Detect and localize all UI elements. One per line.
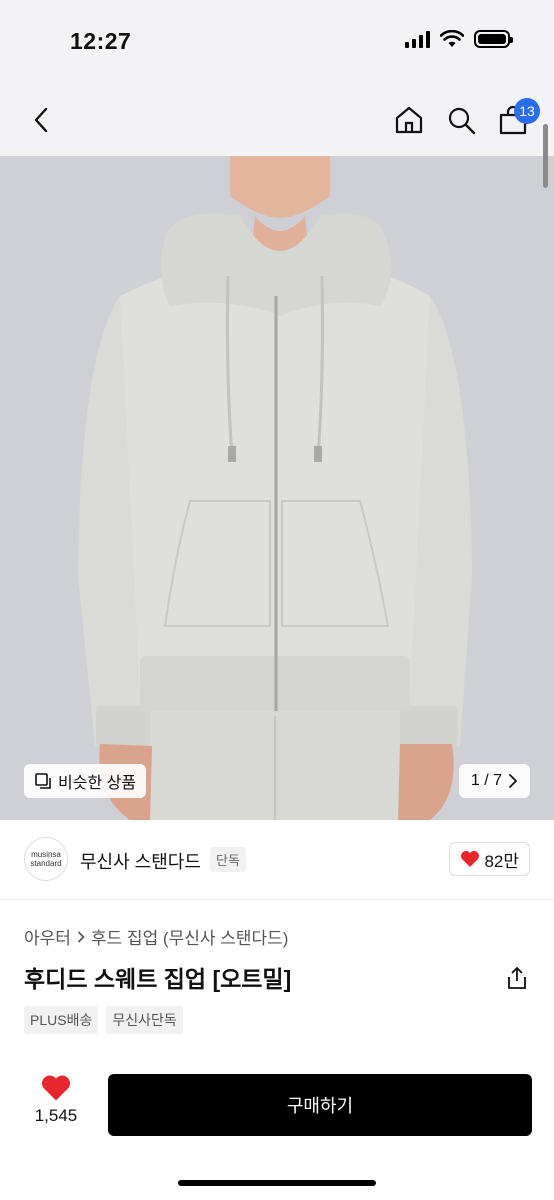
status-bar: 12:27 xyxy=(0,0,554,84)
chevron-right-icon xyxy=(509,774,518,788)
bottom-action-bar: 1,545 구매하기 xyxy=(0,1058,554,1200)
brand-logo[interactable]: musinsa standard xyxy=(24,837,68,881)
home-icon xyxy=(395,106,423,134)
share-icon xyxy=(508,966,526,989)
tag-plus-delivery: PLUS배송 xyxy=(24,1006,99,1034)
share-button[interactable] xyxy=(504,964,530,992)
heart-icon xyxy=(461,851,480,867)
chevron-right-icon xyxy=(77,930,85,943)
brand-logo-line2: standard xyxy=(30,859,62,868)
wifi-icon xyxy=(440,30,464,47)
brand-logo-line1: musinsa xyxy=(31,850,61,859)
status-icons xyxy=(405,30,513,48)
signal-icon xyxy=(405,30,430,48)
heart-icon xyxy=(42,1075,70,1101)
product-image-carousel[interactable]: 비슷한 상품 1 / 7 xyxy=(0,156,554,820)
brand-name[interactable]: 무신사 스탠다드 xyxy=(80,848,201,874)
home-button[interactable] xyxy=(394,104,424,136)
brand-like-button[interactable]: 82만 xyxy=(449,842,530,876)
cart-count-badge: 13 xyxy=(514,98,540,124)
copy-icon xyxy=(35,773,51,789)
brand-like-count: 82만 xyxy=(484,851,519,871)
product-like-count: 1,545 xyxy=(34,1106,78,1125)
status-time: 12:27 xyxy=(70,28,132,54)
scrollbar[interactable] xyxy=(543,124,548,188)
buy-button[interactable]: 구매하기 xyxy=(108,1074,532,1136)
breadcrumb: 아우터 후드 집업 (무신사 스탠다드) xyxy=(24,924,288,949)
product-tags: PLUS배송 무신사단독 xyxy=(24,1006,183,1034)
exclusive-badge: 단독 xyxy=(210,847,246,872)
product-photo xyxy=(0,156,554,820)
tag-exclusive: 무신사단독 xyxy=(106,1006,183,1034)
similar-products-label: 비슷한 상품 xyxy=(58,775,137,792)
back-button[interactable] xyxy=(26,104,56,136)
breadcrumb-subcategory[interactable]: 후드 집업 (무신사 스탠다드) xyxy=(91,924,289,949)
search-button[interactable] xyxy=(446,104,476,136)
home-indicator xyxy=(178,1180,376,1186)
image-page-counter[interactable]: 1 / 7 xyxy=(458,764,530,798)
battery-icon xyxy=(474,30,513,48)
cart-button[interactable]: 13 xyxy=(498,98,540,136)
chevron-left-icon xyxy=(34,107,48,133)
product-like-button[interactable]: 1,545 xyxy=(28,1074,84,1126)
brand-row[interactable]: musinsa standard 무신사 스탠다드 단독 82만 xyxy=(0,820,554,900)
product-title: 후디드 스웨트 집업 [오트밀] xyxy=(24,966,292,992)
search-icon xyxy=(448,107,476,135)
page-counter-text: 1 / 7 xyxy=(470,772,502,789)
top-nav-bar: 13 xyxy=(0,84,554,156)
similar-products-button[interactable]: 비슷한 상품 xyxy=(24,764,147,798)
breadcrumb-category[interactable]: 아우터 xyxy=(24,924,71,949)
nav-actions: 13 xyxy=(394,98,540,136)
